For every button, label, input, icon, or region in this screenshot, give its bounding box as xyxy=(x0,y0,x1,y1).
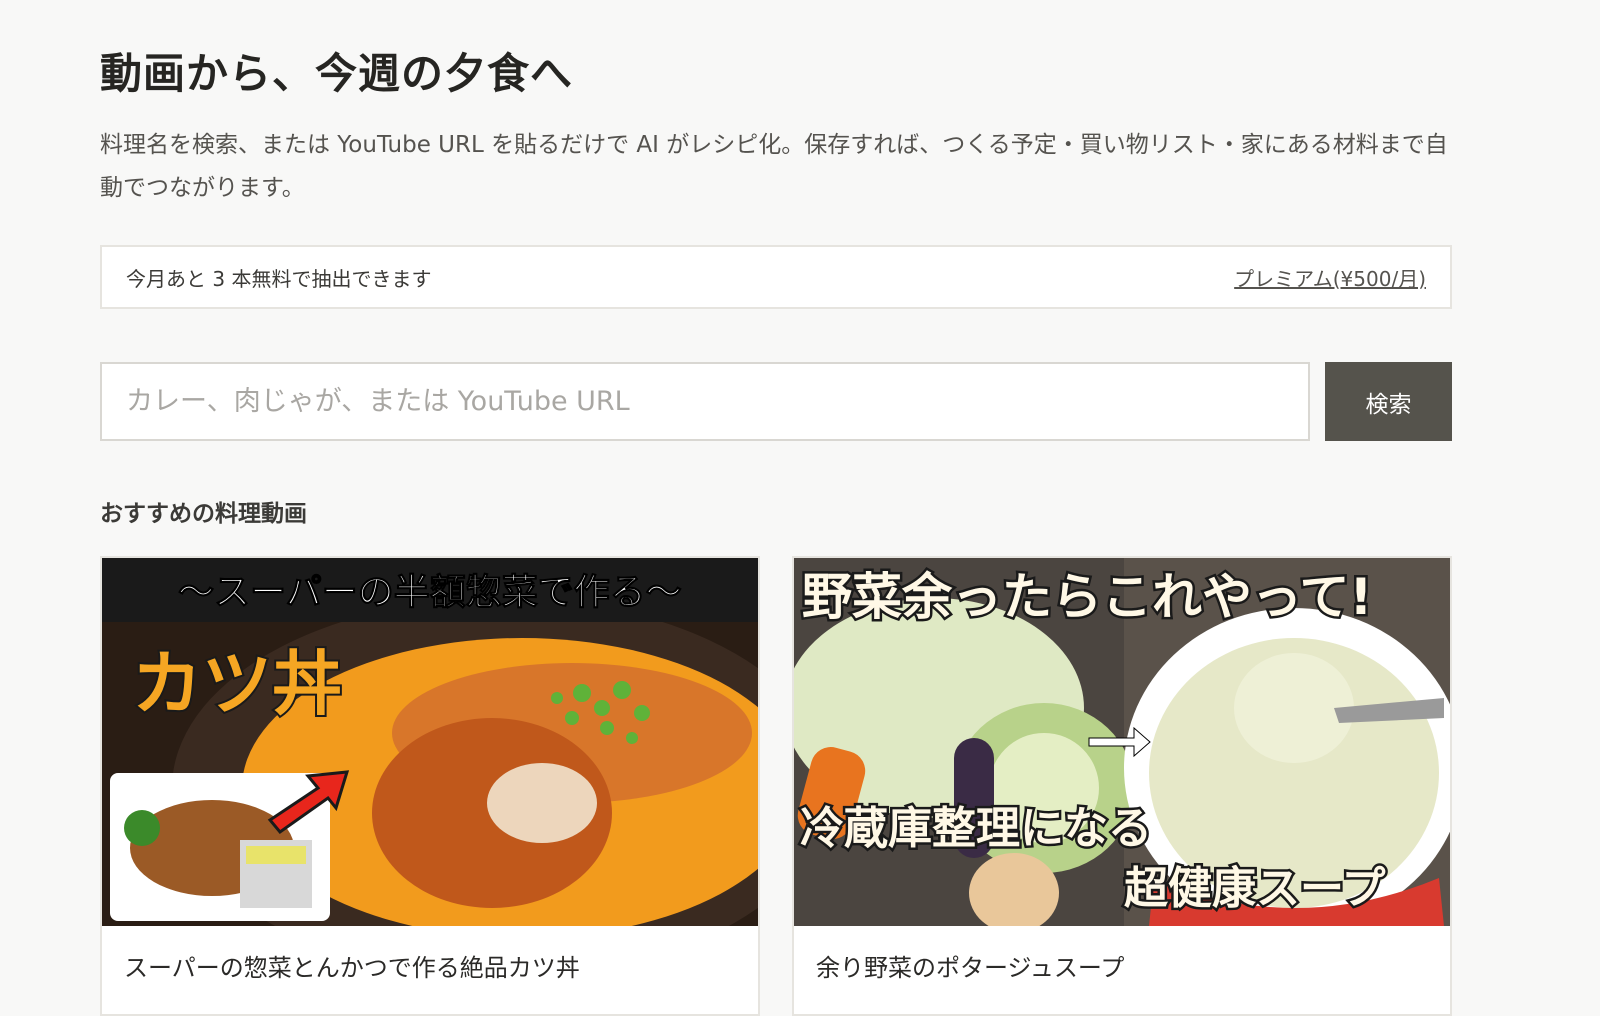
quota-text: 今月あと 3 本無料で抽出できます xyxy=(126,266,432,291)
page-lead: 料理名を検索、または YouTube URL を貼るだけで AI がレシピ化。保… xyxy=(100,132,1448,201)
video-thumbnail: 野菜余ったらこれやって! 冷蔵庫整理になる 超健康スープ xyxy=(794,558,1450,926)
premium-link[interactable]: プレミアム(¥500/月) xyxy=(1234,263,1426,292)
video-card-list: 〜スーパーの半額惣菜で作る〜 カツ丼 スーパーの惣菜とんかつで作る絶品カツ丼 野… xyxy=(100,556,1452,1016)
thumb-bottom-text: 超健康スープ xyxy=(1124,863,1385,914)
thumb-top-text: 野菜余ったらこれやって! xyxy=(802,568,1372,626)
thumb-main-text: カツ丼 xyxy=(132,643,342,725)
search-input[interactable] xyxy=(100,362,1310,441)
video-card[interactable]: 〜スーパーの半額惣菜で作る〜 カツ丼 スーパーの惣菜とんかつで作る絶品カツ丼 xyxy=(100,556,760,1016)
quota-banner: 今月あと 3 本無料で抽出できます プレミアム(¥500/月) xyxy=(100,245,1452,309)
page-title: 動画から、今週の夕食へ xyxy=(100,49,574,98)
thumb-mid-text: 冷蔵庫整理になる xyxy=(800,803,1152,854)
video-title: 余り野菜のポタージュスープ xyxy=(816,954,1125,982)
recommended-heading: おすすめの料理動画 xyxy=(100,501,307,527)
search-button[interactable]: 検索 xyxy=(1325,362,1452,441)
video-card[interactable]: 野菜余ったらこれやって! 冷蔵庫整理になる 超健康スープ 余り野菜のポタージュス… xyxy=(792,556,1452,1016)
video-thumbnail: 〜スーパーの半額惣菜で作る〜 カツ丼 xyxy=(102,558,758,926)
thumb-top-text: 〜スーパーの半額惣菜で作る〜 xyxy=(178,572,682,613)
video-title: スーパーの惣菜とんかつで作る絶品カツ丼 xyxy=(124,954,580,982)
